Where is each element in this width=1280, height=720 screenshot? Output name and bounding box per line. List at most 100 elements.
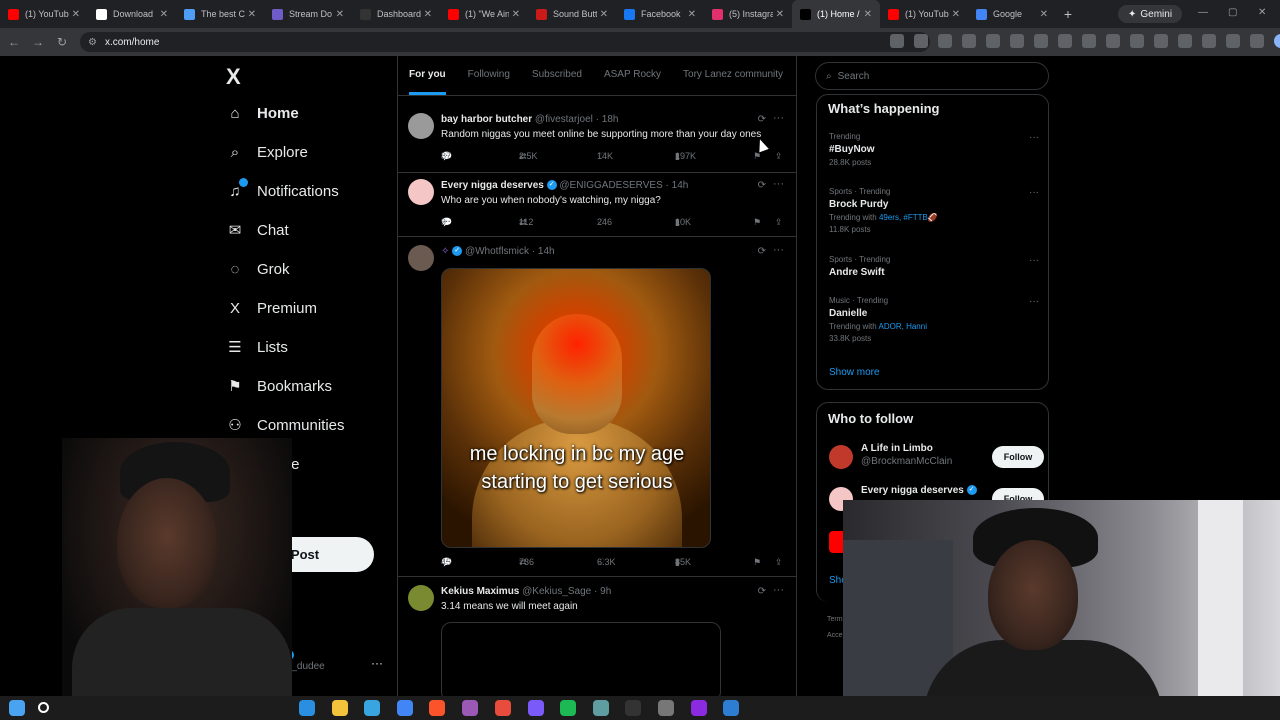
browser-tab[interactable]: (1) YouTube✕ — [0, 0, 88, 28]
browser-tab[interactable]: Stream Do ✕ — [264, 0, 352, 28]
grok-icon[interactable]: ⟳ — [758, 180, 766, 191]
x-logo[interactable]: X — [226, 64, 241, 90]
author-name[interactable]: bay harbor butcher — [441, 114, 532, 125]
close-tab-icon[interactable]: ✕ — [688, 9, 696, 20]
terminal-icon[interactable] — [723, 700, 739, 716]
close-tab-icon[interactable]: ✕ — [72, 9, 80, 20]
bookmark-star-icon[interactable] — [914, 34, 928, 48]
browser-tab[interactable]: Google ✕ — [968, 0, 1056, 28]
trend-link[interactable]: ADOR, Hanni — [879, 322, 927, 331]
close-tab-icon[interactable]: ✕ — [600, 9, 608, 20]
close-tab-icon[interactable]: ✕ — [512, 9, 520, 20]
grok-icon[interactable]: ⟳ — [758, 586, 766, 597]
more-icon[interactable]: ··· — [773, 584, 784, 596]
msedge-icon[interactable] — [528, 700, 544, 716]
extension-icon[interactable] — [986, 34, 1000, 48]
new-tab-button[interactable]: + — [1056, 6, 1080, 22]
extension-icon[interactable] — [1202, 34, 1216, 48]
extension-icon[interactable] — [1034, 34, 1048, 48]
post-time[interactable]: · 14h — [666, 180, 689, 191]
timeline-tab[interactable]: Subscribed — [532, 56, 582, 95]
close-tab-icon[interactable]: ✕ — [952, 9, 960, 20]
bookmark-button[interactable]: ⚑ — [753, 217, 761, 228]
close-window-icon[interactable]: ✕ — [1258, 7, 1266, 18]
more-icon[interactable]: ··· — [773, 178, 784, 190]
extension-icon[interactable] — [1058, 34, 1072, 48]
avatar[interactable] — [408, 179, 434, 205]
extension-icon[interactable] — [1106, 34, 1120, 48]
browser-tab[interactable]: The best Cl ✕ — [176, 0, 264, 28]
post-time[interactable]: · 18h — [596, 114, 619, 125]
follow-button[interactable]: Follow — [992, 446, 1044, 468]
close-tab-icon[interactable]: ✕ — [1040, 9, 1048, 20]
more-icon[interactable]: ··· — [1029, 296, 1039, 307]
tweet[interactable]: Every nigga deserves ✓ @ENIGGADESERVES ·… — [398, 173, 796, 237]
timeline-tab[interactable]: For you — [409, 56, 446, 95]
browser-tab[interactable]: (1) Home / ✕ — [792, 0, 880, 28]
timeline-tab[interactable]: ASAP Rocky — [604, 56, 661, 95]
account-more-icon[interactable]: ··· — [371, 656, 383, 670]
site-info-icon[interactable]: ⚙ — [88, 37, 97, 48]
trend-item[interactable]: Sports · Trending Andre Swift ··· — [829, 255, 1039, 278]
author-handle[interactable]: @Kekius_Sage — [522, 586, 591, 597]
more-icon[interactable]: ··· — [773, 112, 784, 124]
nav-item-premium[interactable]: X Premium — [226, 299, 317, 317]
extension-icon[interactable] — [962, 34, 976, 48]
close-tab-icon[interactable]: ✕ — [336, 9, 344, 20]
nav-item-chat[interactable]: ✉ Chat — [226, 221, 289, 240]
close-tab-icon[interactable]: ✕ — [424, 9, 432, 20]
suggestion-name[interactable]: Every nigga deserves — [861, 485, 964, 496]
chrome-dev-icon[interactable] — [593, 700, 609, 716]
avatar[interactable] — [408, 113, 434, 139]
suggestion-name[interactable]: A Life in Limbo — [861, 443, 933, 454]
trend-item[interactable]: Music · Trending Danielle Trending with … — [829, 296, 1039, 343]
vpn-icon[interactable] — [691, 700, 707, 716]
nav-item-grok[interactable]: ◌ Grok — [226, 260, 290, 278]
browser-tab[interactable]: (5) Instagra ✕ — [704, 0, 792, 28]
avatar[interactable] — [408, 245, 434, 271]
post-time[interactable]: · 14h — [532, 246, 555, 257]
accessibility-link[interactable]: Acce — [827, 628, 843, 644]
nav-item-explore[interactable]: ⌕ Explore — [226, 143, 308, 161]
nav-item-lists[interactable]: ☰ Lists — [226, 338, 288, 357]
tweet-media[interactable] — [441, 622, 721, 696]
more-icon[interactable]: ··· — [1029, 255, 1039, 266]
install-icon[interactable] — [890, 34, 904, 48]
extension-icon[interactable] — [1130, 34, 1144, 48]
reload-icon[interactable]: ↻ — [50, 35, 74, 49]
nav-item-bookmarks[interactable]: ⚑ Bookmarks — [226, 377, 332, 396]
author-name[interactable]: Kekius Maximus — [441, 586, 519, 597]
spotify-icon[interactable] — [560, 700, 576, 716]
bookmark-button[interactable]: ⚑ — [753, 151, 761, 162]
close-tab-icon[interactable]: ✕ — [160, 9, 168, 20]
close-tab-icon[interactable]: ✕ — [776, 9, 784, 20]
browser-tab[interactable]: Dashboard ✕ — [352, 0, 440, 28]
timeline-tab[interactable]: Following — [468, 56, 510, 95]
minimize-icon[interactable]: — — [1198, 7, 1208, 18]
screen-recorder-icon[interactable] — [495, 700, 511, 716]
trend-item[interactable]: Sports · Trending Brock Purdy Trending w… — [829, 187, 1039, 234]
profile-avatar-icon[interactable] — [1274, 34, 1280, 48]
author-handle[interactable]: @fivestarjoel — [535, 114, 593, 125]
brave-icon[interactable] — [429, 700, 445, 716]
extension-icon[interactable] — [1082, 34, 1096, 48]
tweet[interactable]: bay harbor butcher @fivestarjoel · 18h ⟳… — [398, 106, 796, 173]
maximize-icon[interactable]: ▢ — [1228, 7, 1237, 18]
back-icon[interactable]: ← — [2, 35, 26, 49]
browser-tab[interactable]: (1) "We Ain ✕ — [440, 0, 528, 28]
browser-tab[interactable]: (1) YouTub ✕ — [880, 0, 968, 28]
mail-icon[interactable] — [299, 700, 315, 716]
trend-link[interactable]: 49ers, #FTTB🏈 — [879, 213, 938, 222]
share-icon[interactable]: ⇪ — [775, 217, 783, 228]
close-tab-icon[interactable]: ✕ — [248, 9, 256, 20]
meme-image[interactable]: me locking in bc my age starting to get … — [441, 268, 711, 548]
address-bar[interactable]: ⚙ x.com/home — [80, 32, 930, 52]
nav-item-notifications[interactable]: ♫ Notifications — [226, 178, 339, 200]
extension-icon[interactable] — [1226, 34, 1240, 48]
browser-tab[interactable]: Sound Butt ✕ — [528, 0, 616, 28]
grok-icon[interactable]: ⟳ — [758, 246, 766, 257]
extension-icon[interactable] — [1154, 34, 1168, 48]
share-icon[interactable]: ⇪ — [775, 557, 783, 568]
photos-icon[interactable] — [462, 700, 478, 716]
files-icon[interactable] — [332, 700, 348, 716]
